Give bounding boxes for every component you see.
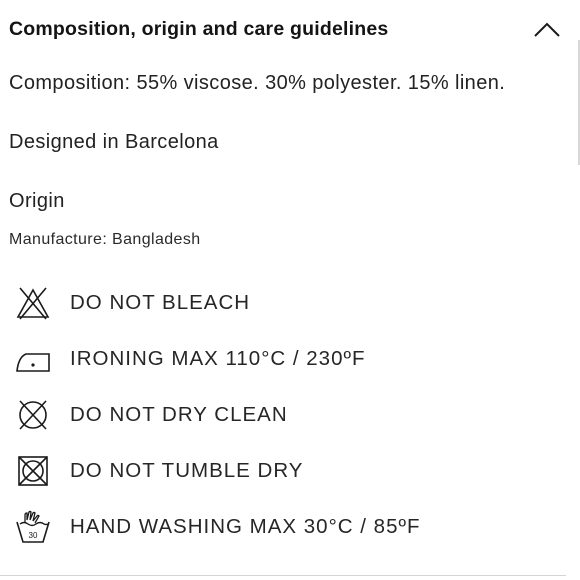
section-divider	[0, 575, 566, 576]
care-item: DO NOT DRY CLEAN	[14, 395, 554, 435]
care-label: DO NOT DRY CLEAN	[70, 403, 288, 426]
iron-low-heat-icon	[14, 342, 52, 376]
do-not-tumble-dry-icon	[14, 454, 52, 488]
do-not-dry-clean-icon	[14, 398, 52, 432]
care-label: DO NOT TUMBLE DRY	[70, 459, 304, 482]
care-item: DO NOT BLEACH	[14, 283, 554, 323]
care-label: IRONING MAX 110°C / 230ºF	[70, 347, 366, 370]
care-guidelines-panel: Composition, origin and care guidelines …	[0, 0, 580, 580]
do-not-bleach-icon	[14, 286, 52, 320]
care-item: DO NOT TUMBLE DRY	[14, 451, 554, 491]
svg-text:30: 30	[29, 531, 38, 540]
designed-in-text: Designed in Barcelona	[9, 131, 219, 153]
chevron-up-icon[interactable]	[533, 20, 561, 38]
hand-wash-icon: 30	[14, 510, 52, 544]
care-item: 30 HAND WASHING MAX 30°C / 85ºF	[14, 507, 554, 547]
origin-heading: Origin	[9, 190, 65, 212]
composition-text: Composition: 55% viscose. 30% polyester.…	[9, 72, 506, 94]
section-header-toggle[interactable]: Composition, origin and care guidelines	[9, 12, 567, 52]
care-label: DO NOT BLEACH	[70, 291, 251, 314]
section-title: Composition, origin and care guidelines	[9, 18, 389, 40]
care-item: IRONING MAX 110°C / 230ºF	[14, 339, 554, 379]
care-label: HAND WASHING MAX 30°C / 85ºF	[70, 515, 421, 538]
manufacture-text: Manufacture: Bangladesh	[9, 231, 201, 248]
